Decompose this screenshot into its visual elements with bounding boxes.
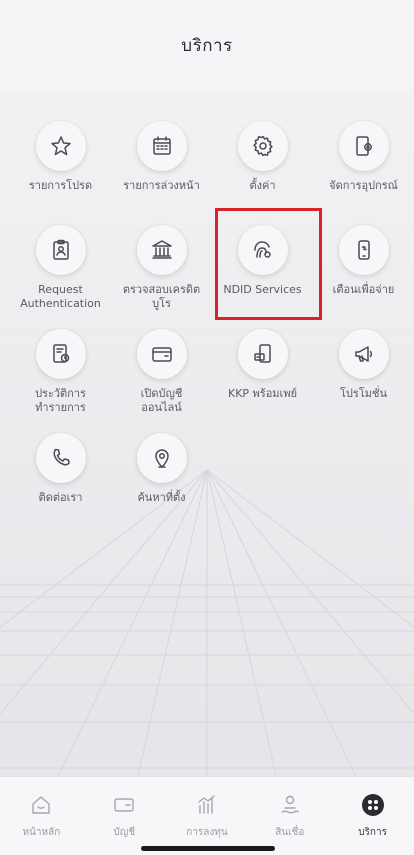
services-grid: รายการโปรด รายการล่วงหน้า ตั้งค่า จัดการ… (10, 115, 414, 531)
megaphone-icon (354, 346, 372, 362)
calendar-icon (152, 136, 171, 155)
bottom-tab-bar: หน้าหลัก บัญชี การลงทุน สินเชื่อ บริการ (0, 776, 414, 855)
service-label: ประวัติการ ทำรายการ (35, 387, 86, 414)
service-label: ตั้งค่า (249, 179, 276, 192)
service-contact-us[interactable]: ติดต่อเรา (10, 427, 111, 531)
loan-icon (281, 795, 299, 814)
page-title: บริการ (181, 35, 233, 56)
device-settings-icon (355, 136, 372, 156)
icon-circle (136, 225, 187, 275)
home-icon (32, 796, 51, 814)
icon-circle (237, 329, 288, 379)
service-settings[interactable]: ตั้งค่า (212, 115, 313, 219)
service-request-authentication[interactable]: Request Authentication (10, 219, 111, 323)
icon-circle (338, 121, 389, 171)
icon-circle (237, 121, 288, 171)
service-label: โปรโมชั่น (340, 387, 387, 400)
service-label: NDID Services (223, 283, 302, 296)
tab-label: หน้าหลัก (22, 827, 61, 838)
service-payment-reminder[interactable]: เตือนเพื่อจ่าย (313, 219, 414, 323)
icon-circle (35, 433, 86, 483)
tab-accounts[interactable]: บัญชี (88, 793, 160, 840)
bank-icon (151, 240, 172, 259)
page-header: บริการ (0, 0, 414, 90)
icon-circle (35, 329, 86, 379)
tab-label: บัญชี (113, 827, 136, 838)
promptpay-icon (253, 344, 271, 363)
service-label: จัดการอุปกรณ์ (329, 179, 398, 192)
tab-investment[interactable]: การลงทุน (171, 793, 243, 840)
phone-icon (53, 448, 70, 466)
service-promotions[interactable]: โปรโมชั่น (313, 323, 414, 427)
service-label: KKP พร้อมเพย์ (227, 387, 298, 400)
service-label: ค้นหาที่ตั้ง (137, 491, 186, 504)
service-promptpay[interactable]: KKP พร้อมเพย์ (212, 323, 313, 427)
service-ndid[interactable]: NDID Services (212, 219, 313, 323)
service-label: Request Authentication (20, 283, 101, 310)
card-icon (114, 798, 134, 812)
tab-label: สินเชื่อ (275, 827, 305, 838)
icon-circle (237, 225, 288, 275)
icon-circle (35, 121, 86, 171)
service-label: ตรวจสอบเครดิต บูโร (122, 283, 201, 310)
service-label: รายการโปรด (28, 179, 93, 192)
service-label: เตือนเพื่อจ่าย (332, 283, 395, 296)
service-manage-devices[interactable]: จัดการอุปกรณ์ (313, 115, 414, 219)
wallet-icon (151, 347, 172, 362)
home-indicator (141, 846, 275, 851)
tab-loans[interactable]: สินเชื่อ (254, 793, 326, 840)
star-icon (50, 136, 71, 156)
service-find-location[interactable]: ค้นหาที่ตั้ง (111, 427, 212, 531)
tab-services[interactable]: บริการ (337, 793, 409, 840)
tab-home[interactable]: หน้าหลัก (5, 793, 77, 840)
icon-circle (136, 433, 187, 483)
service-transaction-history[interactable]: ประวัติการ ทำรายการ (10, 323, 111, 427)
icon-circle (35, 225, 86, 275)
gear-icon (252, 135, 273, 157)
services-icon (361, 794, 384, 816)
service-open-account-online[interactable]: เปิดบัญชี ออนไลน์ (111, 323, 212, 427)
tab-label: บริการ (358, 827, 387, 838)
service-scheduled[interactable]: รายการล่วงหน้า (111, 115, 212, 219)
location-pin-icon (154, 449, 169, 468)
icon-circle (136, 121, 187, 171)
history-icon (52, 344, 69, 363)
service-label: ติดต่อเรา (38, 491, 83, 504)
service-label: รายการล่วงหน้า (123, 179, 200, 192)
icon-circle (338, 329, 389, 379)
phone-alert-icon (357, 240, 370, 260)
icon-circle (136, 329, 187, 379)
service-label: เปิดบัญชี ออนไลน์ (140, 387, 183, 414)
fingerprint-icon (253, 241, 271, 258)
icon-circle (338, 225, 389, 275)
service-favorites[interactable]: รายการโปรด (10, 115, 111, 219)
tab-label: การลงทุน (186, 827, 228, 838)
service-credit-bureau[interactable]: ตรวจสอบเครดิต บูโร (111, 219, 212, 323)
investment-icon (198, 795, 215, 814)
clipboard-user-icon (52, 239, 69, 260)
